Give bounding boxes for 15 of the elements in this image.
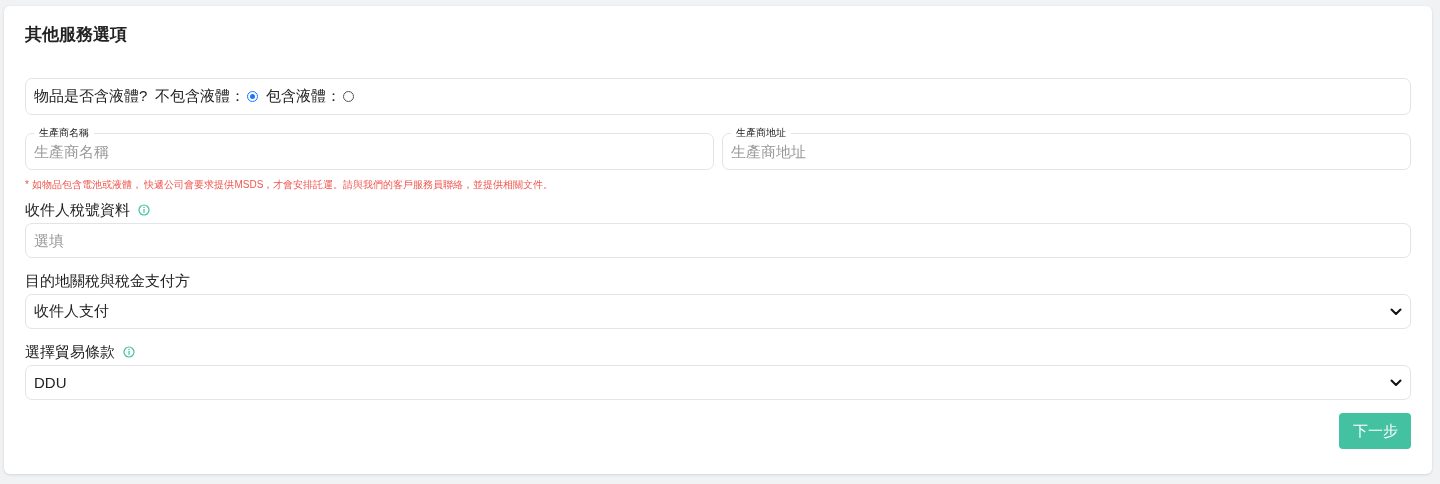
- radio-label: 不包含液體：: [155, 87, 246, 106]
- select-field[interactable]: DDU: [25, 365, 1411, 400]
- field-label: 選擇貿易條款: [25, 342, 115, 362]
- chevron-down-icon: [1390, 307, 1402, 316]
- radio-label: 包含液體：: [266, 87, 342, 106]
- field-label: 收件人稅號資料: [25, 200, 130, 220]
- info-icon[interactable]: [123, 346, 135, 358]
- select-field[interactable]: 收件人支付: [25, 294, 1411, 329]
- warning-note: * 如物品包含電池或液體， 快遞公司會要求提供MSDS，才會安排託運。請與我們的客戶服務員聯絡，並提供相關文件。: [25, 178, 555, 192]
- section-title: 其他服務選項: [25, 24, 128, 46]
- question-text: 物品是否含液體?: [34, 87, 148, 106]
- field-label: 目的地關稅與稅金支付方: [25, 271, 190, 291]
- info-icon[interactable]: [138, 204, 150, 216]
- input-field[interactable]: 選填: [25, 223, 1411, 258]
- chevron-down-icon: [1390, 378, 1402, 387]
